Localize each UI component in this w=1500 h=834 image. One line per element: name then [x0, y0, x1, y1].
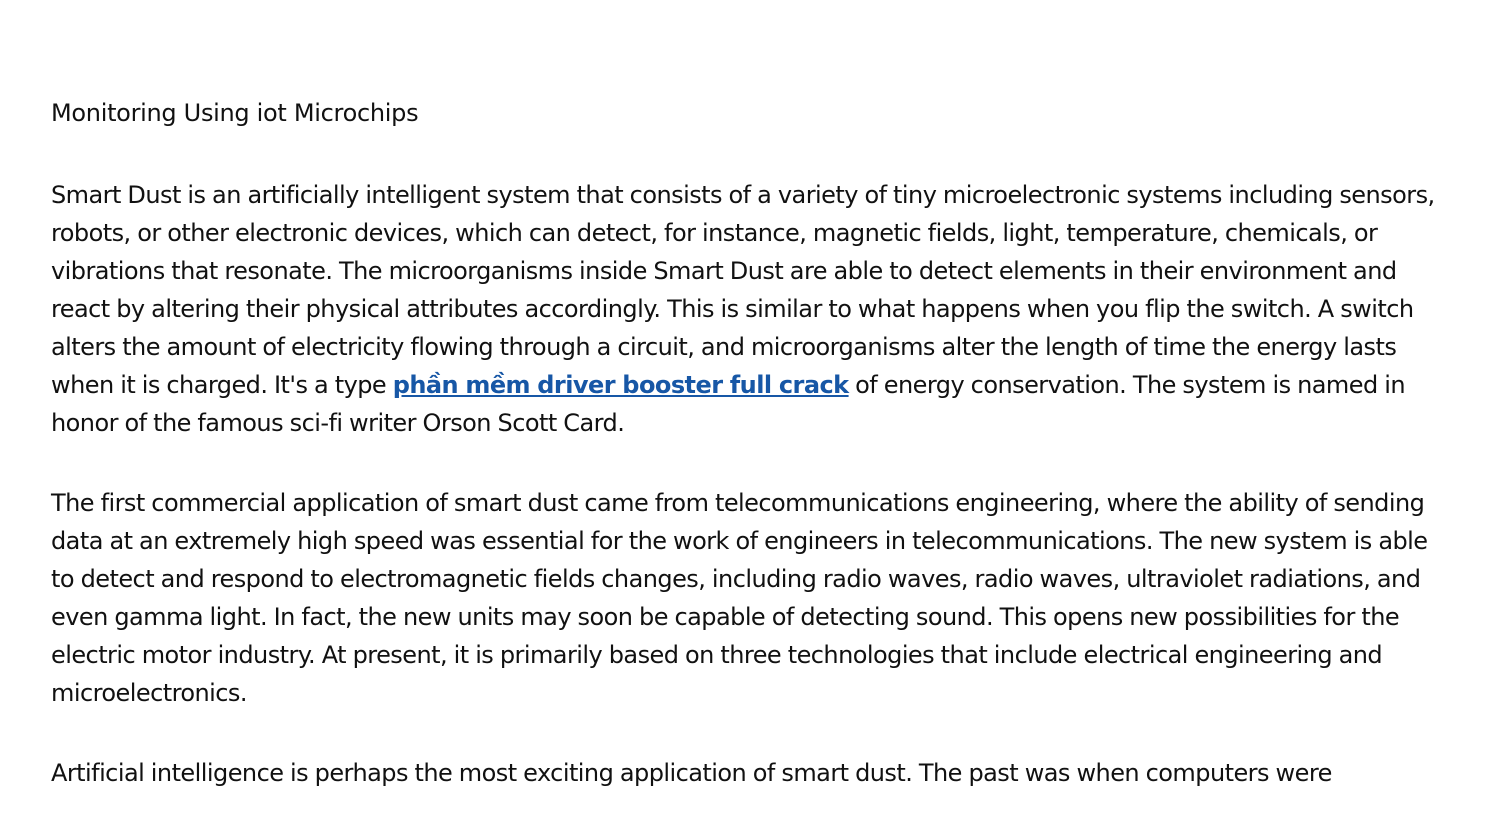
document-title: Monitoring Using iot Microchips — [51, 99, 419, 127]
inline-link[interactable]: phần mềm driver booster full crack — [393, 371, 849, 399]
document-body: Monitoring Using iot Microchips Smart Du… — [51, 96, 1441, 834]
paragraph-1: Smart Dust is an artificially intelligen… — [51, 176, 1441, 442]
paragraph-1-text-before: Smart Dust is an artificially intelligen… — [51, 181, 1435, 399]
paragraph-2: The first commercial application of smar… — [51, 489, 1428, 707]
paragraph-3: Artificial intelligence is perhaps the m… — [51, 759, 1332, 787]
